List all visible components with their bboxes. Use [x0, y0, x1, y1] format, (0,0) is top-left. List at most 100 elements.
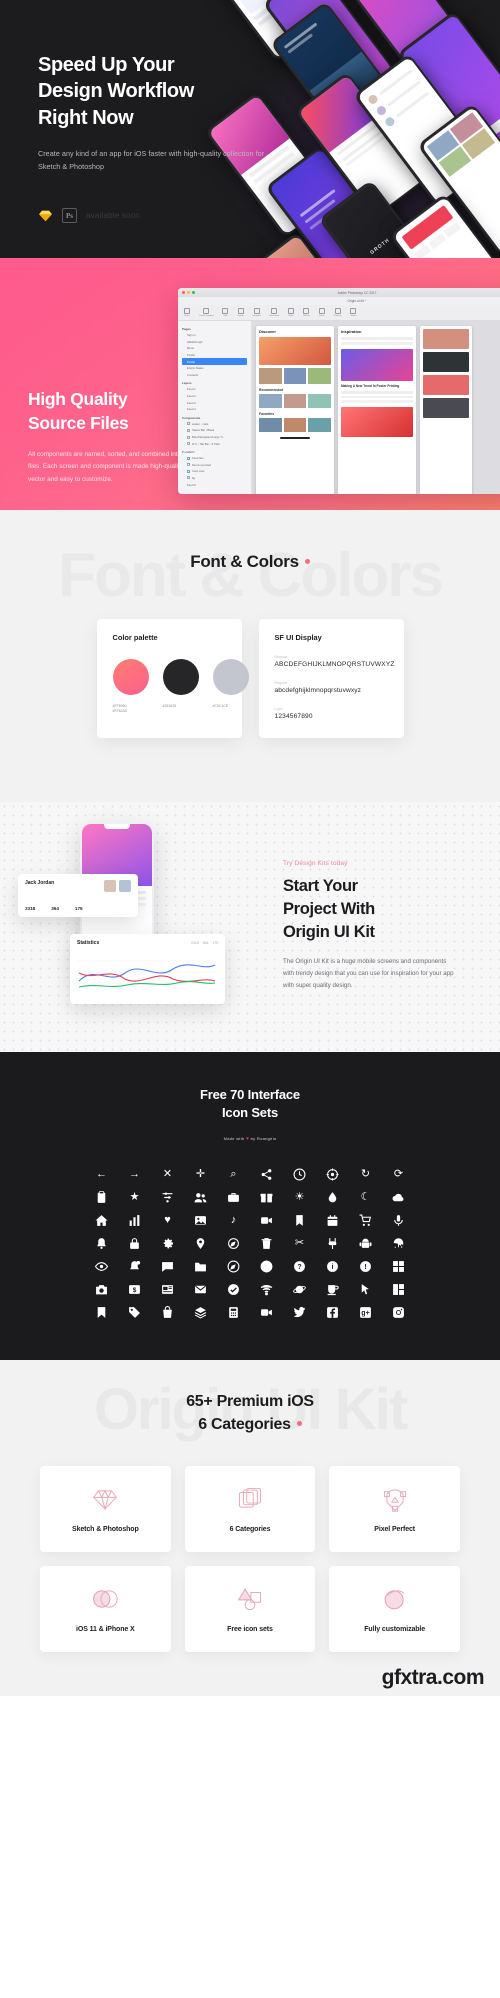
check-badge-icon[interactable] [227, 1283, 241, 1297]
moon-icon[interactable]: ☾ [359, 1191, 373, 1205]
refresh-icon[interactable]: ↻ [359, 1168, 373, 1182]
globe-icon[interactable] [260, 1260, 274, 1274]
page-item[interactable]: Walkthrough [182, 339, 247, 346]
toolbar-create-symbol[interactable]: Create Symbol [199, 308, 213, 317]
plug-icon[interactable] [326, 1237, 340, 1251]
artboard-canvas[interactable]: Discover Recommended Favorites Inspirati… [252, 321, 500, 494]
newspaper-icon[interactable] [161, 1283, 175, 1297]
camera-icon[interactable] [95, 1283, 109, 1297]
compass-icon[interactable] [227, 1260, 241, 1274]
camera-video-icon[interactable] [260, 1214, 274, 1228]
toolbar-rotate[interactable]: Rotate [303, 308, 310, 317]
page-item[interactable]: Sign In [182, 332, 247, 339]
help-icon[interactable]: ? [293, 1260, 307, 1274]
toolbar-mask[interactable]: Mask [288, 308, 295, 317]
wifi-icon[interactable] [260, 1283, 274, 1297]
sun-icon[interactable]: ☀ [293, 1191, 307, 1205]
bookmark-filled-icon[interactable] [95, 1306, 109, 1320]
artboard[interactable]: Discover Recommended Favorites [256, 326, 334, 494]
clock-icon[interactable] [293, 1168, 307, 1182]
page-item[interactable]: Contacts [182, 372, 247, 379]
artboard[interactable] [420, 326, 472, 494]
briefcase-icon[interactable] [227, 1191, 241, 1205]
arrow-right-icon[interactable]: → [128, 1168, 142, 1182]
users-icon[interactable] [194, 1191, 208, 1205]
android-icon[interactable] [359, 1237, 373, 1251]
cup-icon[interactable] [326, 1283, 340, 1297]
window-toolbar[interactable]: Insert Create Symbol Edit Group Forward … [178, 305, 500, 321]
filter-icon[interactable] [161, 1191, 175, 1205]
dollar-icon[interactable]: $ [128, 1283, 142, 1297]
bag-icon[interactable] [161, 1306, 175, 1320]
twitter-icon[interactable] [293, 1306, 307, 1320]
bell-icon[interactable] [95, 1237, 109, 1251]
calendar-icon[interactable] [326, 1214, 340, 1228]
mail-icon[interactable] [194, 1283, 208, 1297]
search-icon[interactable]: ⌕ [227, 1168, 241, 1182]
grid-icon[interactable] [392, 1260, 406, 1274]
eye-icon[interactable] [95, 1260, 109, 1274]
layout-icon[interactable] [392, 1283, 406, 1297]
feature-card-free-icon-sets[interactable]: Free icon sets [184, 1566, 316, 1653]
chart-bar-icon[interactable] [128, 1214, 142, 1228]
gallery-icon[interactable] [194, 1214, 208, 1228]
feature-card-ios-iphone[interactable]: iOS 11 & iPhone X [40, 1566, 171, 1653]
arrow-left-icon[interactable]: ← [95, 1168, 109, 1182]
feature-card-fully-customizable[interactable]: Fully customizable [329, 1566, 460, 1653]
droplet-icon[interactable] [326, 1191, 340, 1205]
tag-icon[interactable] [128, 1306, 142, 1320]
plus-icon[interactable]: ✛ [194, 1168, 208, 1182]
color-swatch-coral[interactable] [112, 659, 149, 695]
warning-icon[interactable]: ! [359, 1260, 373, 1274]
color-swatch-silver[interactable] [212, 659, 249, 695]
lock-icon[interactable] [128, 1237, 142, 1251]
video-icon[interactable] [260, 1306, 274, 1320]
bell-alert-icon[interactable] [128, 1260, 142, 1274]
cloud-icon[interactable] [392, 1191, 406, 1205]
layers-icon[interactable] [194, 1306, 208, 1320]
toolbar-group[interactable]: Group [237, 308, 244, 317]
swatch-item[interactable]: #C0C4CE [212, 659, 249, 715]
swatch-item[interactable]: #262628 [162, 659, 199, 715]
bookmark-icon[interactable] [293, 1214, 307, 1228]
heart-icon[interactable]: ♥ [161, 1214, 175, 1228]
gift-icon[interactable] [260, 1191, 274, 1205]
target-icon[interactable] [326, 1168, 340, 1182]
folder-icon[interactable] [194, 1260, 208, 1274]
trash-icon[interactable] [260, 1237, 274, 1251]
page-item-selected[interactable]: Profile [182, 358, 247, 365]
cursor-icon[interactable] [359, 1283, 373, 1297]
page-item[interactable]: Menu [182, 345, 247, 352]
home-icon[interactable] [95, 1214, 109, 1228]
music-icon[interactable]: ♪ [227, 1214, 241, 1228]
feature-card-categories[interactable]: 6 Categories [184, 1466, 316, 1553]
clipboard-icon[interactable] [95, 1191, 109, 1205]
swatch-item[interactable]: #FF6960 #FF62A5 [112, 659, 149, 715]
page-item[interactable]: Empty States [182, 365, 247, 372]
instagram-icon[interactable] [392, 1306, 406, 1320]
toolbar-preview[interactable]: Preview [334, 308, 341, 317]
info-icon[interactable]: i [326, 1260, 340, 1274]
artboard[interactable]: Inspiration Making A New Trend In Poster… [338, 326, 416, 494]
google-plus-icon[interactable]: g+ [359, 1306, 373, 1320]
message-icon[interactable] [161, 1260, 175, 1274]
page-item[interactable]: Profile [182, 352, 247, 359]
feature-card-pixel-perfect[interactable]: Pixel Perfect [329, 1466, 460, 1553]
toolbar-union[interactable]: Union [318, 308, 325, 317]
fingerprint-icon[interactable] [392, 1237, 406, 1251]
scissors-icon[interactable]: ✂ [293, 1237, 307, 1251]
planet-icon[interactable] [293, 1283, 307, 1297]
toolbar-insert[interactable]: Insert [184, 308, 190, 317]
toolbar-share[interactable]: Share [350, 308, 357, 317]
sync-icon[interactable]: ⟳ [392, 1168, 406, 1182]
feature-card-sketch-photoshop[interactable]: Sketch & Photoshop [40, 1466, 171, 1553]
toolbar-edit[interactable]: Edit [222, 308, 229, 317]
cart-icon[interactable] [359, 1214, 373, 1228]
share-icon[interactable] [260, 1168, 274, 1182]
close-icon[interactable]: ✕ [161, 1168, 175, 1182]
toolbar-forward[interactable]: Forward [253, 308, 261, 317]
location-icon[interactable] [227, 1237, 241, 1251]
pin-icon[interactable] [194, 1237, 208, 1251]
facebook-icon[interactable] [326, 1306, 340, 1320]
calculator-icon[interactable] [227, 1306, 241, 1320]
